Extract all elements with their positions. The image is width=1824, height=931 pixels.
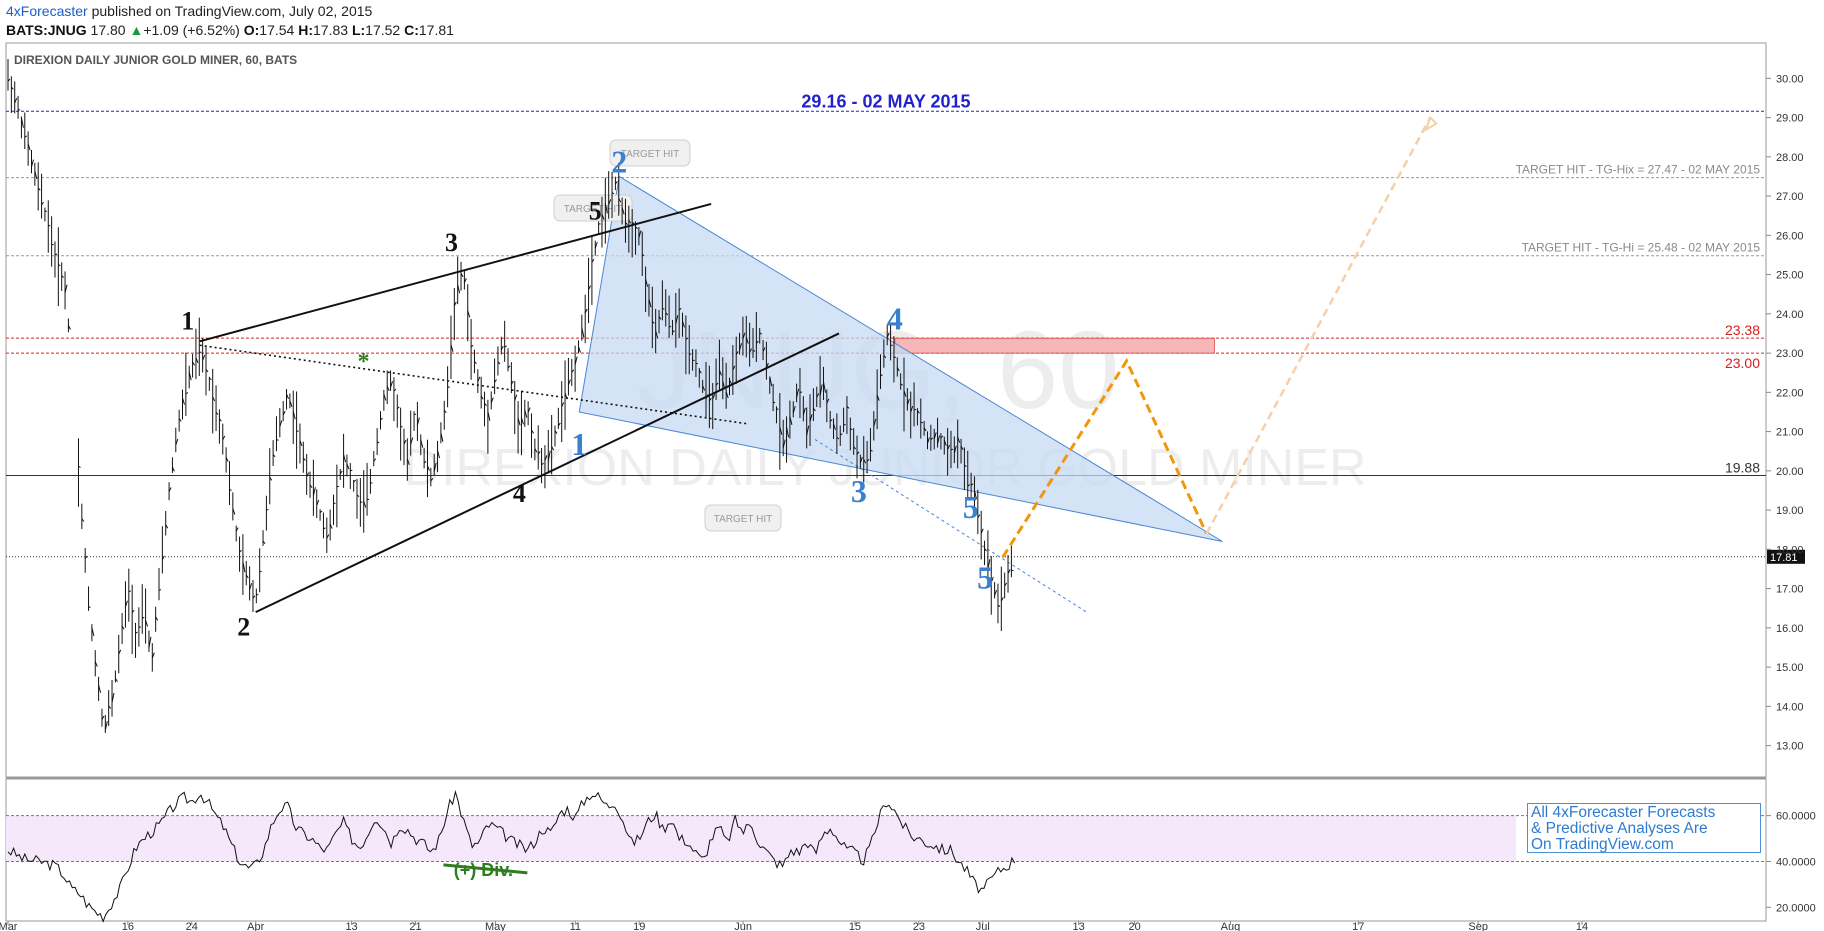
- level-label: 23.00: [1725, 355, 1760, 371]
- x-tick-label: 11: [570, 921, 581, 931]
- price-bar-tick: [772, 401, 776, 404]
- y-tick-label: 30.00: [1776, 73, 1804, 85]
- wave-label-blue: 3: [851, 473, 867, 509]
- osc-tick-label: 60.0000: [1776, 811, 1816, 823]
- wave-label-black: 1: [181, 307, 194, 336]
- promo-line-3: On TradingView.com: [1531, 836, 1674, 853]
- wave-label-blue: 1: [571, 426, 587, 462]
- y-tick-label: 22.00: [1776, 387, 1804, 399]
- chart-title: DIREXION DAILY JUNIOR GOLD MINER, 60, BA…: [14, 53, 297, 67]
- price-bar-tick: [360, 501, 363, 503]
- x-tick-label: 13: [345, 921, 357, 931]
- x-tick-label: 13: [1073, 921, 1085, 931]
- promo-box[interactable]: All 4xForecaster Forecasts & Predictive …: [1527, 803, 1761, 853]
- price-bar-tick: [138, 626, 142, 628]
- y-tick-label: 14.00: [1776, 701, 1804, 713]
- price-bar-tick: [266, 508, 269, 511]
- y-tick-label: 25.00: [1776, 270, 1804, 282]
- y-tick-label: 17.00: [1776, 584, 1804, 596]
- osc-tick-label: 20.0000: [1776, 902, 1816, 914]
- price-chart[interactable]: JNUG, 60 DIREXION DAILY JUNIOR GOLD MINE…: [0, 0, 1824, 931]
- x-tick-label: 21: [409, 921, 421, 931]
- y-tick-label: 26.00: [1776, 230, 1804, 242]
- price-bar-tick: [259, 570, 262, 573]
- y-tick-label: 18.00: [1776, 544, 1804, 556]
- target-hit-text: TARGET HIT: [714, 514, 773, 525]
- y-tick-label: 15.00: [1776, 662, 1804, 674]
- divergence-label: (+) Div.: [454, 860, 513, 880]
- price-bar-tick: [920, 421, 923, 424]
- y-tick-label: 20.00: [1776, 466, 1804, 478]
- x-tick-label: 17: [1352, 921, 1364, 931]
- level-label: 19.88: [1725, 460, 1760, 476]
- x-tick-label: Sep: [1468, 921, 1488, 931]
- wave-label-blue: 5: [977, 560, 993, 596]
- y-tick-label: 16.00: [1776, 623, 1804, 635]
- price-bar-tick: [48, 224, 51, 227]
- x-tick-label: Mar: [0, 921, 18, 931]
- x-tick-label: 19: [633, 921, 645, 931]
- wave-label-blue: 4: [887, 301, 903, 337]
- y-tick-label: 19.00: [1776, 505, 1804, 517]
- wave-label-black: 3: [445, 228, 458, 257]
- promo-line-1: All 4xForecaster Forecasts: [1531, 804, 1716, 821]
- wave-label-blue: 2: [611, 144, 627, 180]
- x-tick-label: 15: [849, 921, 861, 931]
- price-bar-tick: [668, 325, 672, 328]
- wave-label-black: 5: [589, 197, 602, 226]
- level-title: 29.16 - 02 MAY 2015: [801, 91, 970, 111]
- y-tick-label: 28.00: [1776, 152, 1804, 164]
- price-bar-tick: [88, 606, 91, 609]
- target-zone: [894, 337, 1215, 354]
- y-tick-label: 24.00: [1776, 309, 1804, 321]
- x-tick-label: 20: [1128, 921, 1140, 931]
- wave-label-black: 4: [513, 479, 526, 508]
- level-label: TARGET HIT - TG-Hix = 27.47 - 02 MAY 201…: [1516, 163, 1761, 177]
- x-tick-label: May: [485, 921, 506, 931]
- wave-label-black: 2: [237, 613, 250, 642]
- y-tick-label: 29.00: [1776, 113, 1804, 125]
- x-tick-label: Jul: [976, 921, 990, 931]
- wave-label-blue: 5: [963, 489, 979, 525]
- osc-tick-label: 40.0000: [1776, 856, 1816, 868]
- wave-label-black: *: [358, 349, 370, 375]
- x-tick-label: 16: [122, 921, 134, 931]
- x-tick-label: Jun: [734, 921, 752, 931]
- x-tick-label: Apr: [247, 921, 264, 931]
- y-tick-label: 13.00: [1776, 741, 1804, 753]
- x-tick-label: 14: [1576, 921, 1588, 931]
- x-tick-label: 24: [186, 921, 198, 931]
- target-hit-text: TARGET HIT: [621, 149, 680, 160]
- level-label: 23.38: [1725, 322, 1760, 338]
- level-label: TARGET HIT - TG-Hi = 25.48 - 02 MAY 2015: [1522, 241, 1761, 255]
- x-tick-label: 23: [913, 921, 925, 931]
- osc-band: [6, 815, 1516, 862]
- y-tick-label: 23.00: [1776, 348, 1804, 360]
- promo-line-2: & Predictive Analyses Are: [1531, 820, 1708, 837]
- y-tick-label: 21.00: [1776, 427, 1804, 439]
- y-tick-label: 27.00: [1776, 191, 1804, 203]
- x-tick-label: Aug: [1221, 921, 1241, 931]
- chart-screenshot: 4xForecaster published on TradingView.co…: [0, 0, 1824, 931]
